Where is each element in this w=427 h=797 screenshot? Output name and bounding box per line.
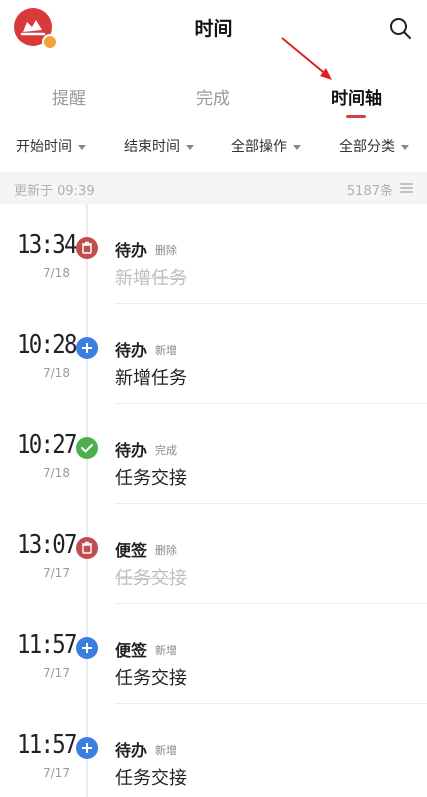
filter-end-time[interactable]: 结束时间: [124, 136, 194, 156]
dropdown-arrow-icon: [293, 144, 301, 150]
entry-action: 删除: [155, 244, 177, 257]
entry-action: 完成: [155, 444, 177, 457]
entry-action: 删除: [155, 544, 177, 557]
entry-date: 7/18: [43, 266, 70, 280]
filter-bar: 开始时间 结束时间 全部操作 全部分类: [0, 128, 427, 162]
entry-action: 新增: [155, 644, 177, 657]
entry-date: 7/17: [43, 666, 70, 680]
plus-icon: [76, 337, 98, 359]
tab-completed[interactable]: 完成: [196, 84, 230, 109]
timeline-entry[interactable]: 11:57 7/17 便签 新增 任务交接: [0, 604, 427, 704]
entry-task: 任务交接: [115, 568, 187, 589]
entry-time: 10:28: [17, 330, 77, 360]
entry-date: 7/17: [43, 566, 70, 580]
entry-category: 待办: [115, 441, 148, 460]
filter-all-actions[interactable]: 全部操作: [231, 136, 301, 156]
status-bar: 更新于 09:39 5187条: [0, 172, 427, 204]
entry-time: 11:57: [17, 630, 77, 660]
search-icon[interactable]: [388, 16, 412, 40]
record-count: 5187条: [346, 184, 393, 199]
entry-category: 便签: [115, 541, 148, 560]
entry-time: 13:07: [17, 530, 77, 560]
entry-task: 任务交接: [115, 468, 187, 489]
tab-timeline[interactable]: 时间轴: [331, 84, 382, 109]
trash-icon: [76, 537, 98, 559]
tab-bar: 提醒 完成 时间轴: [0, 78, 427, 118]
dropdown-arrow-icon: [186, 144, 194, 150]
trash-icon: [76, 237, 98, 259]
entry-time: 13:34: [17, 230, 77, 260]
entry-action: 新增: [155, 744, 177, 757]
entry-time: 11:57: [17, 730, 77, 760]
entry-category: 待办: [115, 741, 148, 760]
entry-category: 待办: [115, 241, 148, 260]
timeline-entry[interactable]: 10:28 7/18 待办 新增 新增任务: [0, 304, 427, 404]
entry-task: 任务交接: [115, 768, 187, 789]
check-icon: [76, 437, 98, 459]
entry-task: 新增任务: [115, 368, 187, 389]
timeline-entry[interactable]: 13:07 7/17 便签 删除 任务交接: [0, 504, 427, 604]
entry-date: 7/18: [43, 366, 70, 380]
list-menu-icon[interactable]: [400, 183, 413, 193]
top-bar: 时间: [0, 0, 427, 60]
active-tab-indicator: [346, 115, 366, 118]
plus-icon: [76, 737, 98, 759]
filter-all-categories[interactable]: 全部分类: [339, 136, 409, 156]
updated-time: 更新于 09:39: [14, 184, 95, 199]
tab-reminder[interactable]: 提醒: [52, 84, 86, 109]
entry-action: 新增: [155, 344, 177, 357]
plus-icon: [76, 637, 98, 659]
timeline-entry[interactable]: 10:27 7/18 待办 完成 任务交接: [0, 404, 427, 504]
entry-task: 新增任务: [115, 268, 187, 289]
timeline-entry[interactable]: 11:57 7/17 待办 新增 任务交接: [0, 704, 427, 797]
timeline-entry[interactable]: 13:34 7/18 待办 删除 新增任务: [0, 204, 427, 304]
dropdown-arrow-icon: [78, 144, 86, 150]
entry-date: 7/18: [43, 466, 70, 480]
entry-time: 10:27: [17, 430, 77, 460]
filter-start-time[interactable]: 开始时间: [16, 136, 86, 156]
entry-category: 待办: [115, 341, 148, 360]
dropdown-arrow-icon: [401, 144, 409, 150]
entry-category: 便签: [115, 641, 148, 660]
entry-task: 任务交接: [115, 668, 187, 689]
entry-date: 7/17: [43, 766, 70, 780]
page-title: 时间: [194, 18, 233, 40]
